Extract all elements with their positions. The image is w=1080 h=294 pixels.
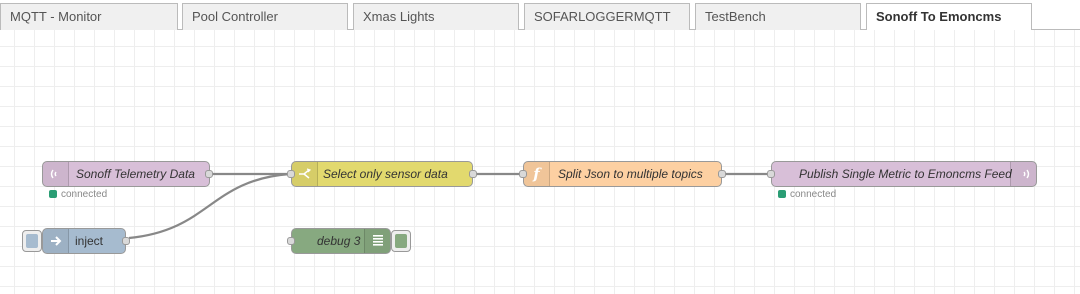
function-node[interactable]: f Split Json to multiple topics	[523, 161, 722, 187]
input-port[interactable]	[519, 170, 527, 178]
node-label: Split Json to multiple topics	[558, 167, 703, 181]
output-port[interactable]	[718, 170, 726, 178]
output-port[interactable]	[122, 237, 130, 245]
tab-mqtt-monitor[interactable]: MQTT - Monitor	[0, 3, 178, 30]
node-label: Publish Single Metric to Emoncms Feed	[799, 167, 1012, 181]
status-dot-icon	[49, 190, 57, 198]
tab-xmas-lights[interactable]: Xmas Lights	[353, 3, 519, 30]
switch-icon	[292, 162, 318, 186]
status-dot-icon	[778, 190, 786, 198]
debug-button-face	[395, 234, 407, 248]
flow-canvas[interactable]: Sonoff Telemetry Data connected Select o…	[0, 30, 1080, 294]
node-label: inject	[75, 234, 104, 248]
tab-testbench[interactable]: TestBench	[695, 3, 861, 30]
status-connected-telemetry: connected	[49, 189, 107, 201]
inject-trigger-button[interactable]	[22, 230, 42, 252]
mqtt-out-node[interactable]: Publish Single Metric to Emoncms Feed	[771, 161, 1037, 187]
input-port[interactable]	[287, 170, 295, 178]
radio-waves-icon	[43, 162, 69, 186]
input-port[interactable]	[767, 170, 775, 178]
output-port[interactable]	[205, 170, 213, 178]
tab-sofarloggermqtt[interactable]: SOFARLOGGERMQTT	[524, 3, 690, 30]
node-label: Sonoff Telemetry Data	[76, 167, 195, 181]
arrow-right-icon	[43, 229, 69, 253]
debug-node[interactable]: debug 3	[291, 228, 391, 254]
workspace-tab-bar: MQTT - Monitor Pool Controller Xmas Ligh…	[0, 0, 1080, 31]
mqtt-in-node[interactable]: Sonoff Telemetry Data	[42, 161, 210, 187]
debug-toggle-button[interactable]	[391, 230, 411, 252]
function-icon: f	[524, 162, 550, 186]
output-port[interactable]	[469, 170, 477, 178]
status-connected-publish: connected	[778, 189, 836, 201]
node-label: debug 3	[317, 234, 361, 248]
tab-sonoff-to-emoncms[interactable]: Sonoff To Emoncms	[866, 3, 1032, 31]
switch-node[interactable]: Select only sensor data	[291, 161, 473, 187]
input-port[interactable]	[287, 237, 295, 245]
inject-node[interactable]: inject	[42, 228, 126, 254]
inject-button-face	[26, 234, 38, 248]
node-label: Select only sensor data	[323, 167, 448, 181]
list-icon	[364, 229, 390, 253]
tab-pool-controller[interactable]: Pool Controller	[182, 3, 348, 30]
radio-waves-icon	[1010, 162, 1036, 186]
